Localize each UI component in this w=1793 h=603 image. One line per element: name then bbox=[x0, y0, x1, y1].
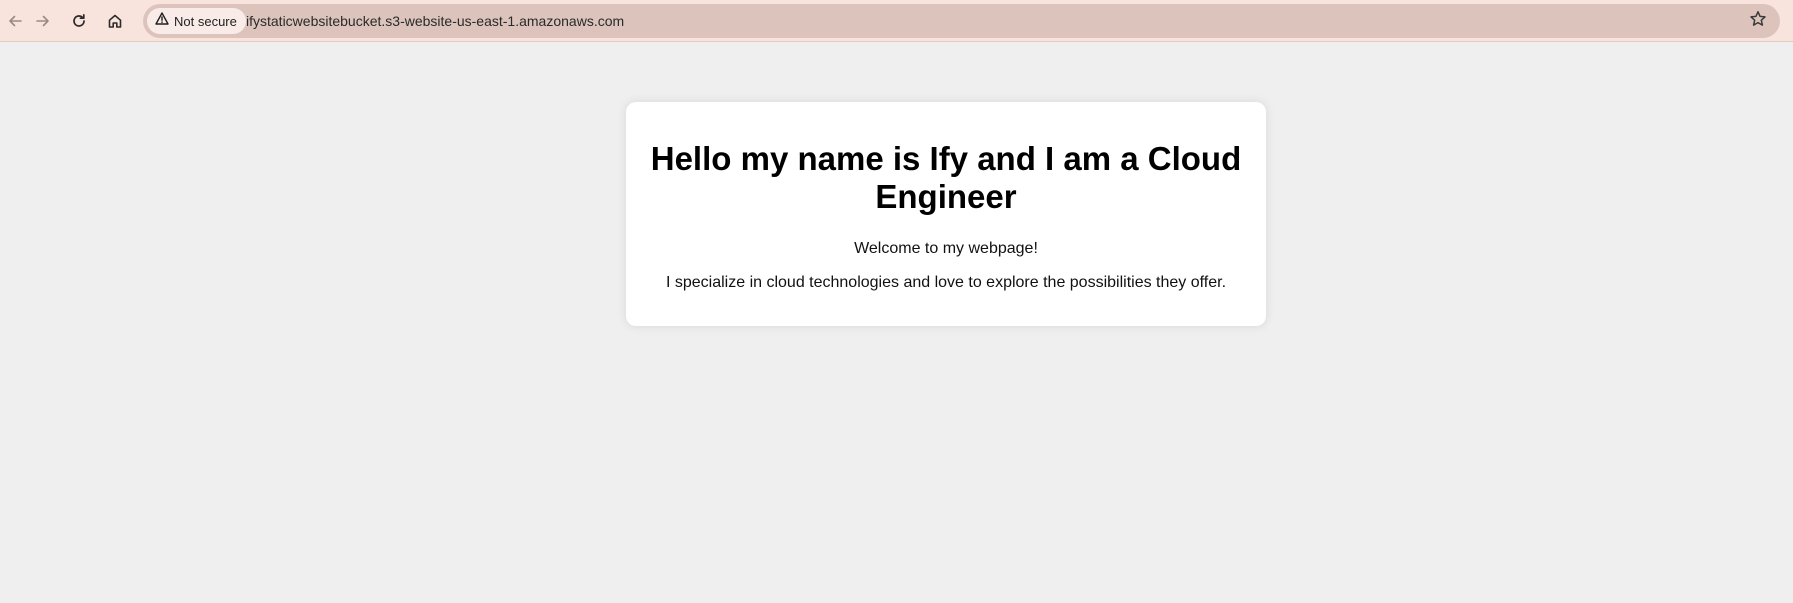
home-icon bbox=[107, 13, 123, 29]
security-label: Not secure bbox=[174, 13, 237, 29]
specialty-text: I specialize in cloud technologies and l… bbox=[665, 274, 1227, 291]
address-bar[interactable]: Not secure ifystaticwebsitebucket.s3-web… bbox=[143, 4, 1780, 38]
page-heading: Hello my name is Ify and I am a Cloud En… bbox=[650, 140, 1242, 215]
arrow-left-icon bbox=[7, 13, 23, 29]
url-text[interactable]: ifystaticwebsitebucket.s3-website-us-eas… bbox=[246, 4, 624, 38]
bookmark-button[interactable] bbox=[1748, 10, 1768, 33]
reload-button[interactable] bbox=[64, 6, 94, 36]
star-icon bbox=[1749, 10, 1767, 33]
page-viewport: Hello my name is Ify and I am a Cloud En… bbox=[0, 42, 1793, 603]
intro-card: Hello my name is Ify and I am a Cloud En… bbox=[626, 102, 1266, 326]
home-button[interactable] bbox=[100, 6, 130, 36]
welcome-text: Welcome to my webpage! bbox=[854, 240, 1038, 257]
browser-toolbar: Not secure ifystaticwebsitebucket.s3-web… bbox=[0, 0, 1793, 42]
back-button[interactable] bbox=[0, 6, 30, 36]
warning-triangle-icon bbox=[155, 12, 169, 30]
security-chip[interactable]: Not secure bbox=[147, 8, 246, 34]
reload-icon bbox=[71, 13, 87, 29]
arrow-right-icon bbox=[35, 13, 51, 29]
forward-button[interactable] bbox=[28, 6, 58, 36]
